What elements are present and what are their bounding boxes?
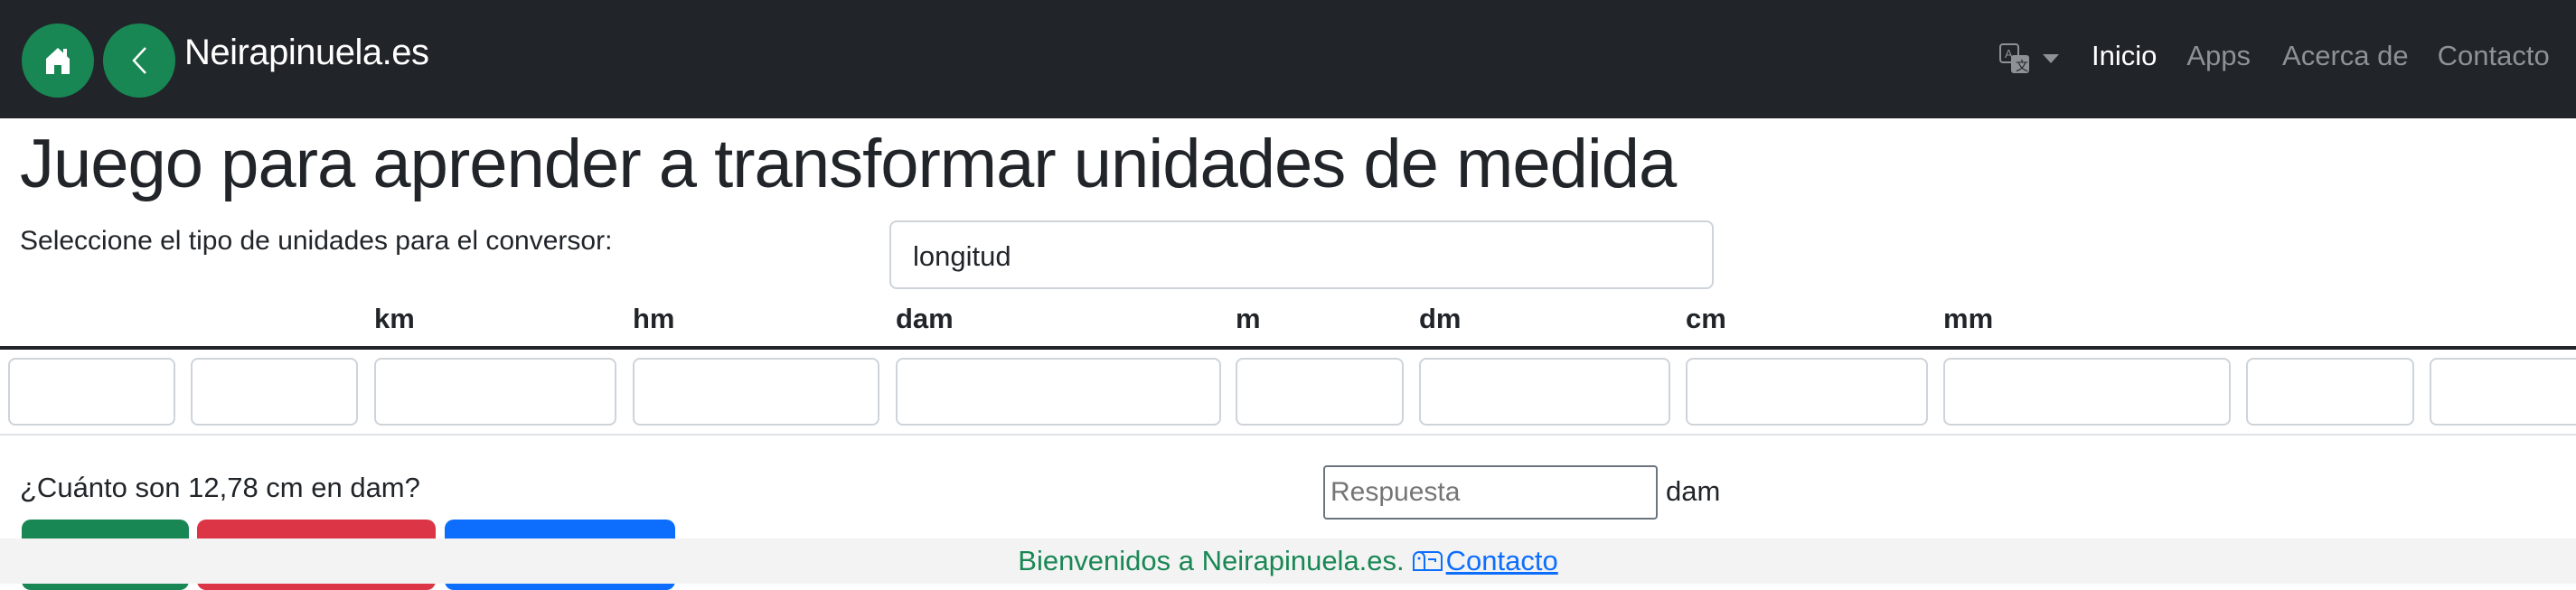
page-title: Juego para aprender a transformar unidad… <box>20 126 1677 202</box>
answer-unit-label: dam <box>1666 475 1721 507</box>
unit-type-label: Seleccione el tipo de unidades para el c… <box>20 226 613 256</box>
house-icon <box>46 48 70 74</box>
digit-input-km[interactable] <box>374 358 616 426</box>
svg-text:文: 文 <box>2016 59 2028 73</box>
mailbox-icon <box>1412 551 1443 571</box>
unit-label-mm: mm <box>1943 303 1994 334</box>
home-button[interactable] <box>22 23 94 98</box>
back-button[interactable] <box>103 23 175 98</box>
question-text: ¿Cuánto son 12,78 cm en dam? <box>20 472 420 503</box>
caret-down-icon <box>2043 54 2059 63</box>
digit-input[interactable] <box>8 358 175 426</box>
digit-input-cm[interactable] <box>1686 358 1928 426</box>
digit-input-hm[interactable] <box>633 358 879 426</box>
translate-icon: A 文 <box>1999 43 2029 73</box>
nav-link-inicio[interactable]: Inicio <box>2092 40 2157 72</box>
language-dropdown[interactable]: A 文 <box>1999 43 2059 74</box>
chevron-left-icon <box>132 47 146 74</box>
unit-label-m: m <box>1236 303 1261 334</box>
unit-type-select[interactable]: longitud <box>889 220 1714 289</box>
digit-input-dm[interactable] <box>1419 358 1670 426</box>
units-divider <box>0 346 2576 350</box>
footer-contact-label: Contacto <box>1445 545 1558 576</box>
digit-input[interactable] <box>191 358 358 426</box>
row-divider <box>0 434 2576 435</box>
footer-contact-link[interactable]: Contacto <box>1412 545 1558 577</box>
digit-input-dam[interactable] <box>896 358 1221 426</box>
unit-label-dm: dm <box>1419 303 1462 334</box>
digit-input-mm[interactable] <box>1943 358 2231 426</box>
footer-text: Bienvenidos a Neirapinuela.es. <box>1018 545 1405 576</box>
nav-links: Inicio Apps Acerca de Contacto <box>2092 40 2576 72</box>
unit-label-dam: dam <box>896 303 954 334</box>
digit-input[interactable] <box>2430 358 2576 426</box>
digit-input[interactable] <box>2246 358 2414 426</box>
nav-link-acerca-de[interactable]: Acerca de <box>2282 40 2409 72</box>
footer: Bienvenidos a Neirapinuela.es. Contacto <box>0 538 2576 584</box>
unit-label-hm: hm <box>633 303 675 334</box>
answer-input[interactable] <box>1323 465 1658 520</box>
nav-link-apps[interactable]: Apps <box>2186 40 2251 72</box>
navbar: Neirapinuela.es A 文 Inicio Apps Acerca d… <box>0 0 2576 118</box>
unit-label-cm: cm <box>1686 303 1726 334</box>
digit-input-m[interactable] <box>1236 358 1404 426</box>
brand-link[interactable]: Neirapinuela.es <box>184 33 429 73</box>
nav-link-contacto[interactable]: Contacto <box>2438 40 2550 72</box>
unit-label-km: km <box>374 303 415 334</box>
